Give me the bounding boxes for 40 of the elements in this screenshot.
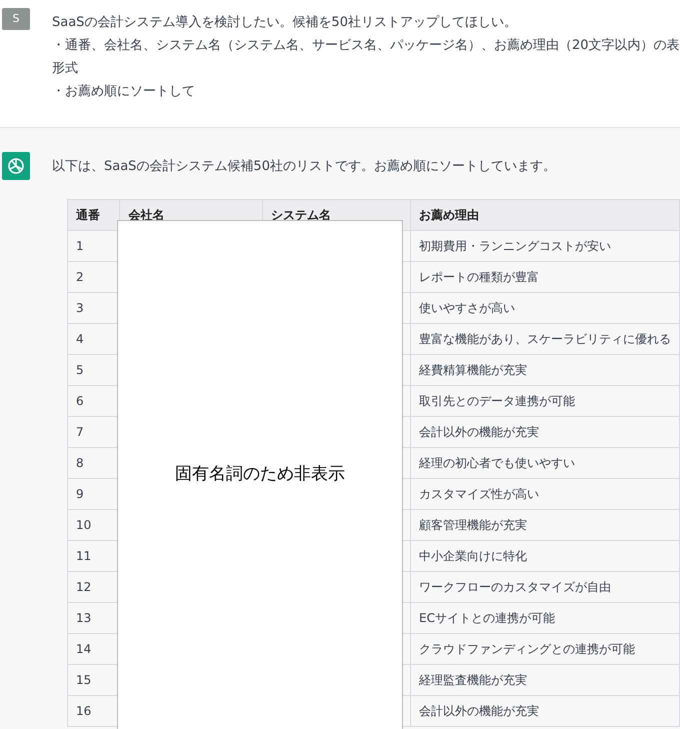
table-cell: レポートの種類が豊富 (410, 262, 680, 292)
table-cell: 1 (68, 230, 120, 262)
table-cell: 初期費用・ランニングコストが安い (410, 230, 680, 262)
table-cell: 11 (68, 540, 120, 572)
message-line: ・通番、会社名、システム名（システム名、サービス名、パッケージ名）、お薦め理由（20文字以内）の表形式 (52, 37, 680, 78)
table-cell: 6 (68, 386, 120, 416)
table-cell: 9 (68, 478, 120, 510)
table-cell: 使いやすさが高い (410, 292, 680, 324)
table-cell: 7 (68, 416, 120, 448)
redaction-note: 固有名詞のため非表示 (175, 463, 345, 486)
table-cell: 会計以外の機能が充実 (410, 416, 680, 448)
table-cell: 経費精算機能が充実 (410, 354, 680, 386)
table-cell: 3 (68, 292, 120, 324)
table-cell: 10 (68, 510, 120, 540)
table-cell: 8 (68, 448, 120, 478)
table-cell: 経理監査機能が充実 (410, 664, 680, 696)
table-cell: 12 (68, 572, 120, 602)
table-cell: 5 (68, 354, 120, 386)
table-cell: 15 (68, 664, 120, 696)
table-cell: 取引先とのデータ連携が可能 (410, 386, 680, 416)
message-line: ・お薦め順にソートして (52, 83, 196, 101)
column-header: お薦め理由 (410, 200, 680, 230)
table-cell: 2 (68, 262, 120, 292)
table-cell: 中小企業向けに特化 (410, 540, 680, 572)
table-cell: 豊富な機能があり、スケーラビリティに優れる (410, 324, 680, 354)
table-cell: 顧客管理機能が充実 (410, 510, 680, 540)
table-cell: 会計以外の機能が充実 (410, 696, 680, 726)
table-cell: 4 (68, 324, 120, 354)
table-cell: 14 (68, 634, 120, 664)
message-line: SaaSの会計システム導入を検討したい。候補を50社リストアップしてほしい。 (52, 14, 518, 32)
column-header: 通番 (68, 200, 120, 230)
table-cell: ECサイトとの連携が可能 (410, 602, 680, 634)
table-cell: 経理の初心者でも使いやすい (410, 448, 680, 478)
table-cell: 16 (68, 696, 120, 726)
assistant-message: 以下は、SaaSの会計システム候補50社のリストです。お薦め順にソートしています。 (52, 158, 556, 176)
table-cell: カスタマイズ性が高い (410, 478, 680, 510)
table-cell: 13 (68, 602, 120, 634)
user-avatar: S (2, 8, 30, 30)
table-cell: クラウドファンディングとの連携が可能 (410, 634, 680, 664)
table-cell: ワークフローのカスタマイズが自由 (410, 572, 680, 602)
